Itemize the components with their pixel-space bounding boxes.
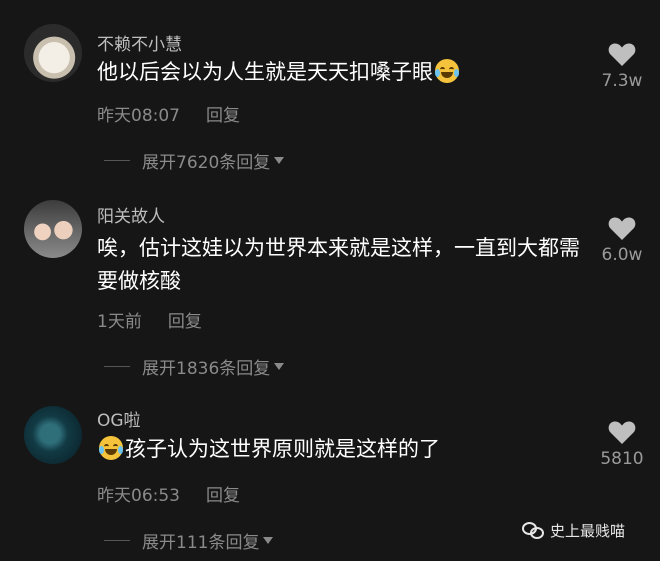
expand-replies-label: 展开111条回复 <box>142 533 260 553</box>
watermark-label: 史上最贱喵 <box>550 522 626 540</box>
chevron-down-icon <box>263 537 274 544</box>
heart-icon <box>608 421 636 444</box>
comment-meta: 昨天06:53 回复 <box>97 481 240 506</box>
crying-laughing-emoji-icon <box>99 436 123 460</box>
wechat-icon <box>522 522 544 539</box>
comment-text-content: 孩子认为这世界原则就是这样的了 <box>125 437 440 461</box>
comment-text: 孩子认为这世界原则就是这样的了 <box>97 433 587 466</box>
comment-item: OG啦 孩子认为这世界原则就是这样的了 昨天06:53 回复 展开111条回复 5… <box>0 0 660 561</box>
reply-button[interactable]: 回复 <box>206 486 240 506</box>
divider <box>104 540 130 541</box>
like-button[interactable]: 5810 <box>594 420 650 469</box>
watermark: 史上最贱喵 <box>522 520 625 541</box>
comment-time: 昨天06:53 <box>97 486 180 506</box>
comment-username[interactable]: OG啦 <box>97 406 141 431</box>
avatar[interactable] <box>24 406 82 464</box>
like-count: 5810 <box>600 449 644 469</box>
expand-replies-button[interactable]: 展开111条回复 <box>104 528 274 553</box>
